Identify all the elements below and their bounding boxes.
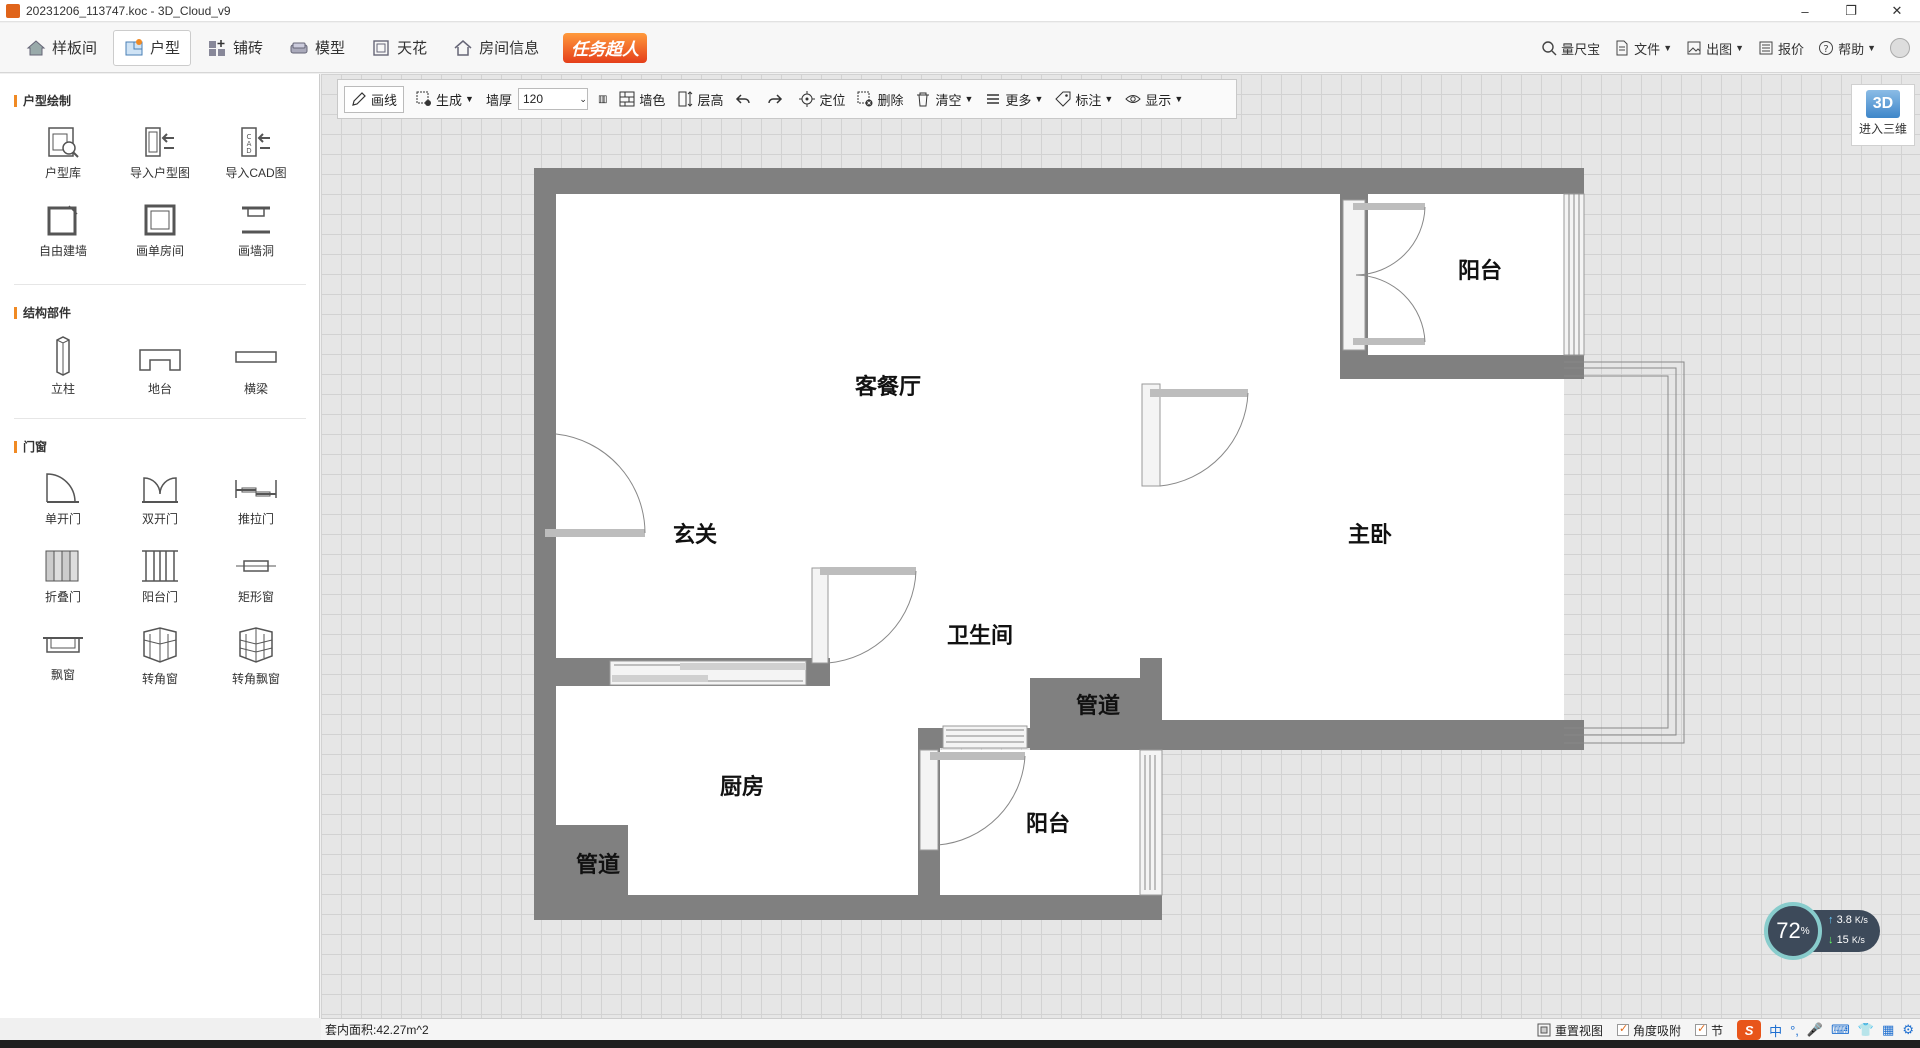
network-monitor[interactable]: ↑ 3.8 K/s ↓ 15 K/s 72% bbox=[1764, 902, 1884, 960]
taskbar-strip bbox=[0, 1040, 1920, 1048]
settings-icon: ⚙ bbox=[1902, 1022, 1914, 1037]
room-label-duct-kitchen: 管道 bbox=[576, 852, 620, 877]
angle-snap-checkbox[interactable]: 角度吸附 bbox=[1617, 1022, 1681, 1039]
reset-view-icon bbox=[1537, 1023, 1551, 1037]
room-label-bath: 卫生间 bbox=[947, 623, 1013, 648]
reset-view-button[interactable]: 重置视图 bbox=[1537, 1022, 1603, 1039]
status-bar: 套内面积:42.27m^2 重置视图 角度吸附 节 S 中 °, 🎤 ⌨ 👕 ▦… bbox=[321, 1018, 1920, 1040]
room-label-entry: 玄关 bbox=[673, 522, 717, 547]
room-label-balcony-bottom: 阳台 bbox=[1026, 811, 1070, 836]
room-label-kitchen: 厨房 bbox=[720, 774, 764, 799]
toolbox-icon: ▦ bbox=[1882, 1022, 1895, 1037]
area-readout: 套内面积:42.27m^2 bbox=[325, 1023, 429, 1037]
node-snap-checkbox[interactable]: 节 bbox=[1695, 1022, 1723, 1039]
room-label-duct-mid: 管道 bbox=[1076, 693, 1120, 718]
ime-language: 中 bbox=[1769, 1023, 1783, 1039]
punctuation-icon: °, bbox=[1790, 1022, 1799, 1038]
ime-toolbar[interactable]: S 中 °, 🎤 ⌨ 👕 ▦ ⚙ bbox=[1737, 1020, 1914, 1040]
room-label-living: 客餐厅 bbox=[855, 374, 921, 399]
floor-plan: 客餐厅 玄关 阳台 主卧 卫生间 管道 厨房 管道 阳台 bbox=[534, 168, 1685, 920]
network-percent: 72% bbox=[1764, 902, 1822, 960]
checkbox bbox=[1695, 1022, 1708, 1036]
keyboard-icon: ⌨ bbox=[1831, 1022, 1850, 1037]
checkbox bbox=[1617, 1022, 1630, 1036]
sogou-logo-icon: S bbox=[1737, 1020, 1762, 1040]
room-label-master: 主卧 bbox=[1348, 522, 1392, 547]
microphone-icon: 🎤 bbox=[1806, 1022, 1824, 1037]
room-label-balcony-top: 阳台 bbox=[1458, 258, 1502, 283]
skin-icon: 👕 bbox=[1857, 1022, 1875, 1037]
